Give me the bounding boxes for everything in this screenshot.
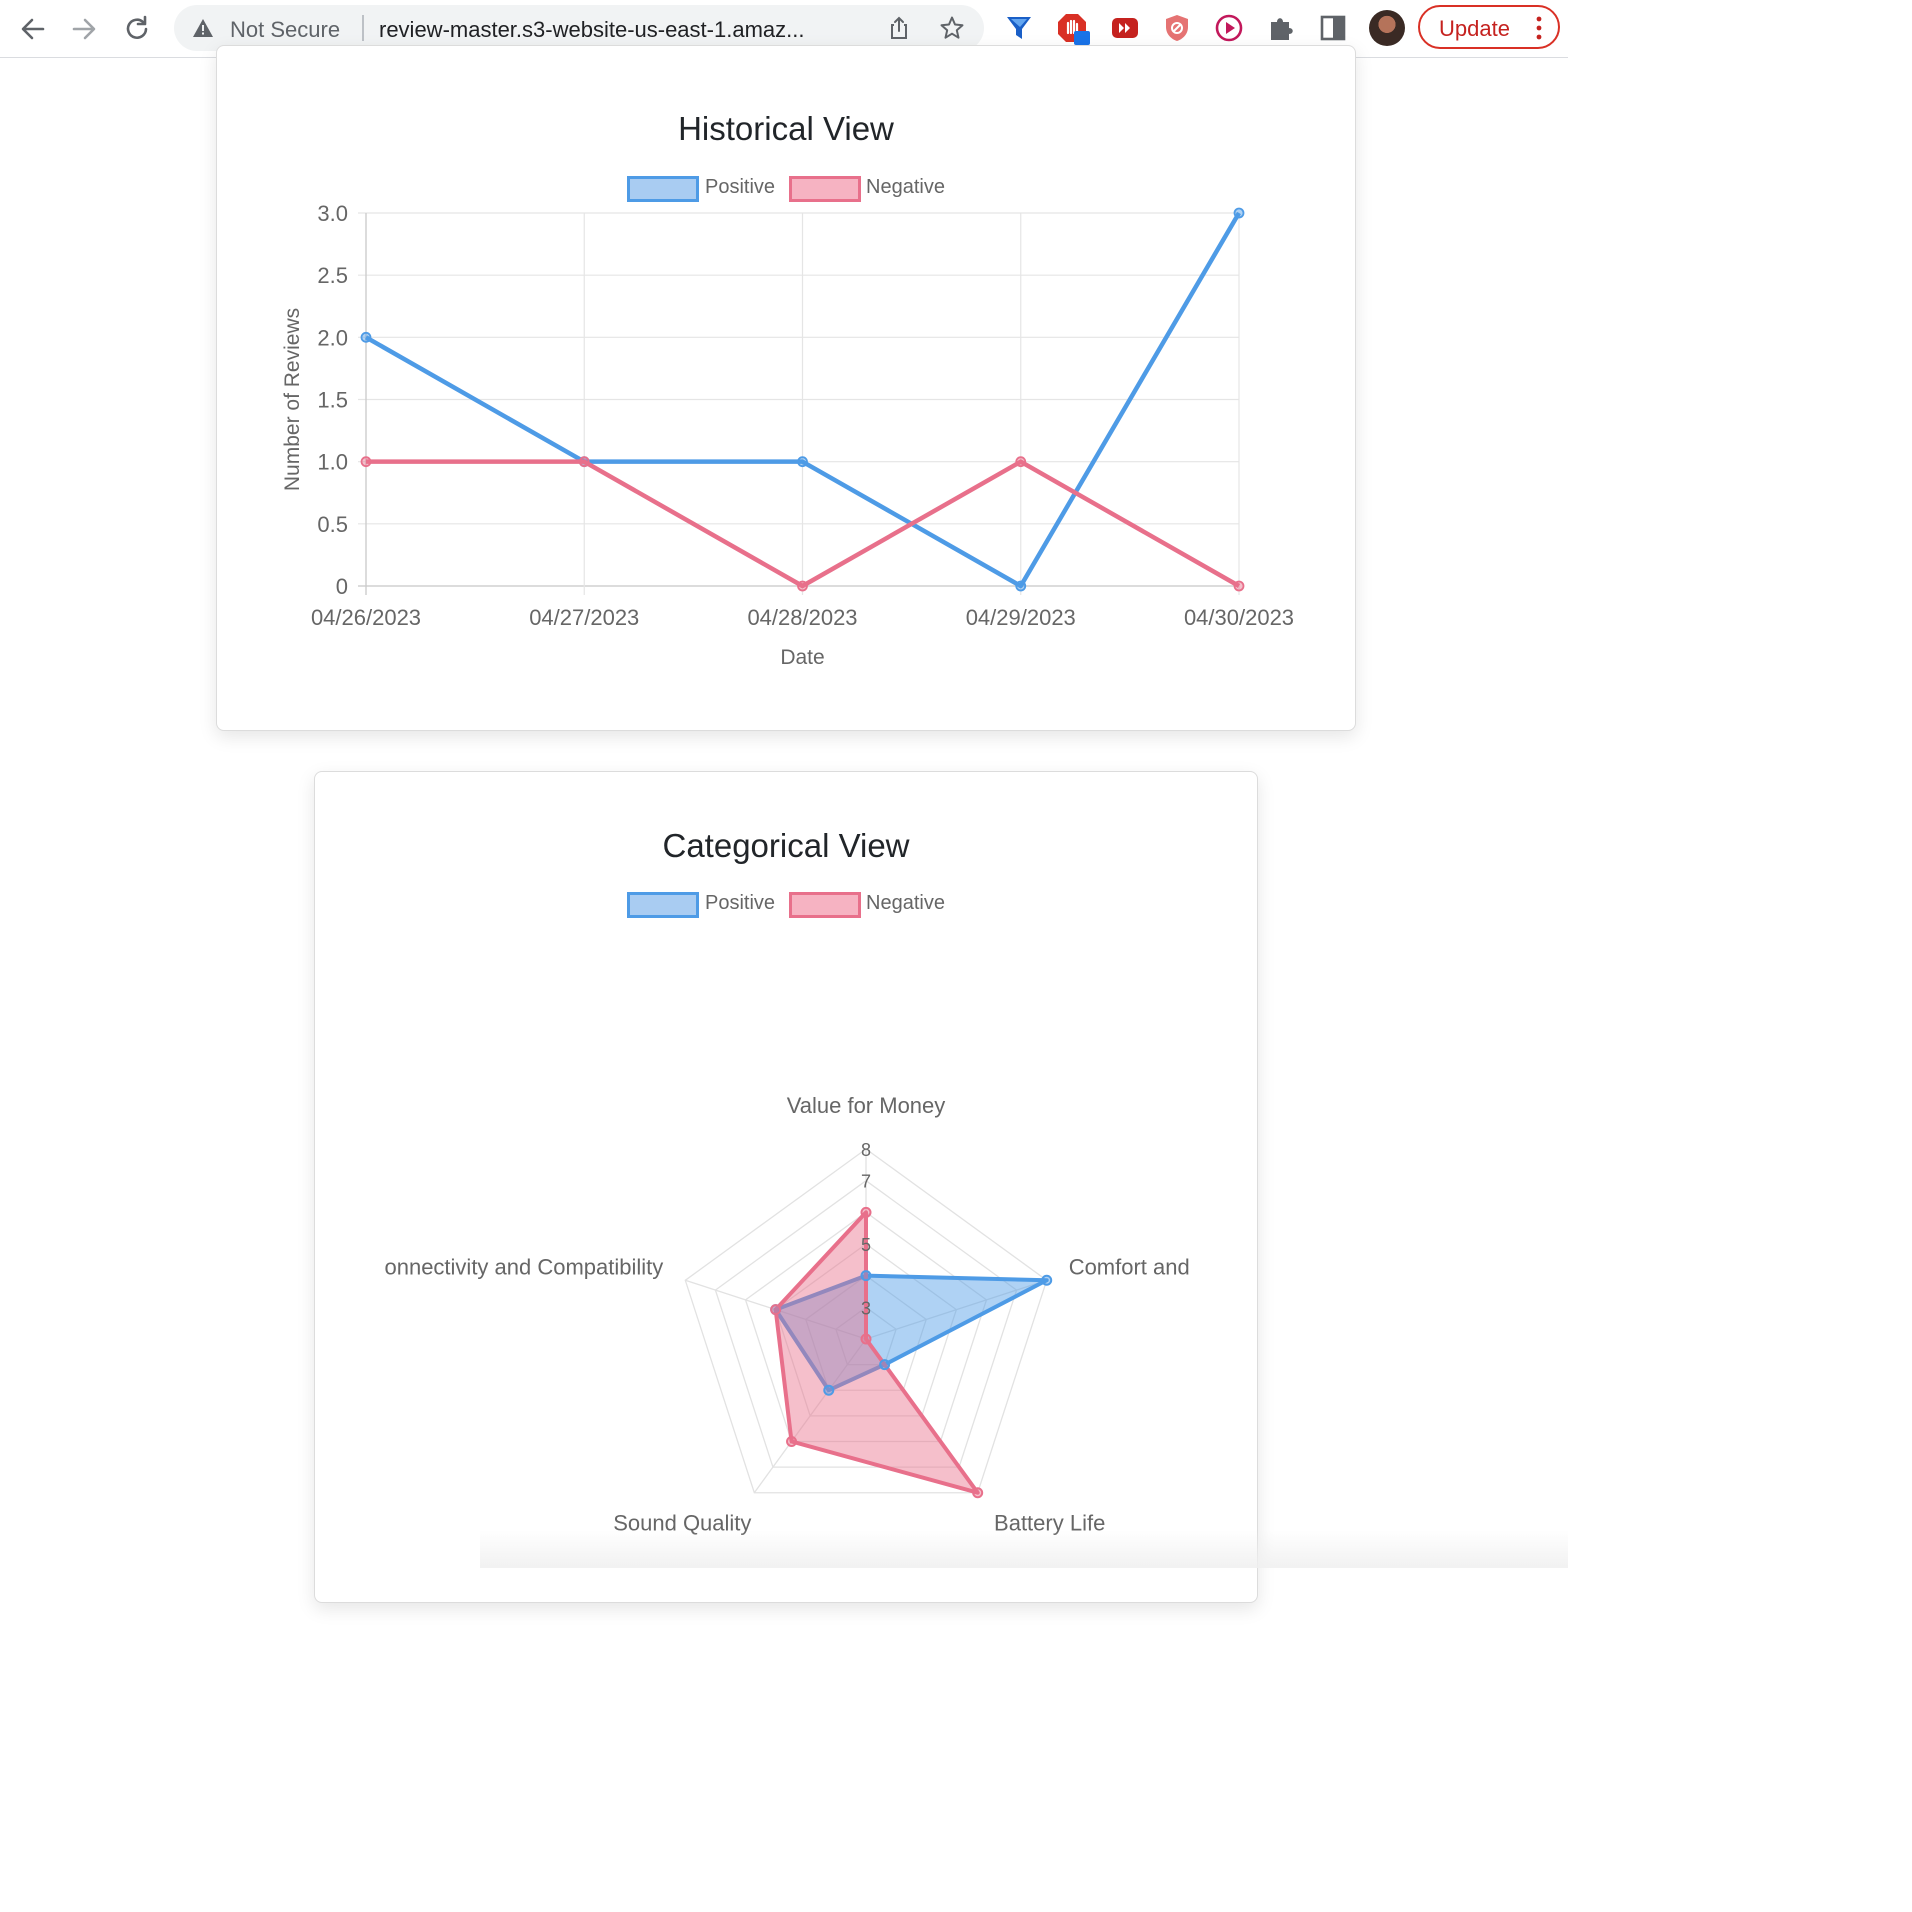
data-point-negative <box>797 580 808 592</box>
data-point-positive <box>1015 580 1027 592</box>
reload-icon <box>126 15 148 39</box>
security-status[interactable]: Not Secure <box>230 17 340 43</box>
video-extension-icon[interactable] <box>1108 11 1142 45</box>
x-tick-label: 04/29/2023 <box>966 605 1076 630</box>
radar-point-positive <box>860 1270 872 1282</box>
data-point-positive <box>360 331 372 343</box>
back-button[interactable] <box>14 10 52 48</box>
data-point-negative <box>578 456 590 468</box>
data-point-negative <box>1233 580 1245 592</box>
radar-point-negative <box>860 1333 872 1345</box>
y-axis-title: Number of Reviews <box>281 308 304 491</box>
y-tick-label: 1.0 <box>317 450 348 475</box>
side-panel-icon[interactable] <box>1316 11 1350 45</box>
x-tick-label: 04/26/2023 <box>311 605 421 630</box>
radar-axis-label: onnectivity and Compatibility <box>384 1254 663 1279</box>
arrow-left-icon <box>21 18 45 40</box>
adblock-extension-icon[interactable] <box>1056 11 1090 45</box>
radar-point-positive <box>823 1384 835 1396</box>
categorical-radar-chart: 8753Value for MoneyComfort andBattery Li… <box>384 1093 1190 1536</box>
menu-dots-icon[interactable] <box>1532 14 1546 42</box>
shield-extension-icon[interactable] <box>1160 11 1194 45</box>
y-tick-label: 2.0 <box>317 325 348 350</box>
share-icon[interactable] <box>886 15 912 41</box>
data-point-positive <box>797 456 808 468</box>
y-tick-label: 0 <box>336 574 348 599</box>
radar-point-negative <box>786 1435 798 1447</box>
reload-button[interactable] <box>118 10 156 48</box>
radar-point-positive <box>879 1359 891 1371</box>
radar-point-negative <box>860 1206 872 1218</box>
update-label: Update <box>1439 16 1510 41</box>
address-separator <box>362 15 364 41</box>
x-tick-label: 04/27/2023 <box>529 605 639 630</box>
puzzle-extensions-icon[interactable] <box>1264 11 1298 45</box>
y-tick-label: 2.5 <box>317 263 348 288</box>
categorical-card: Categorical View Positive Negative 8753V… <box>314 771 1258 1603</box>
radar-axis-label: Comfort and <box>1069 1254 1190 1279</box>
y-tick-label: 1.5 <box>317 388 348 413</box>
radar-tick-label: 7 <box>861 1172 871 1192</box>
data-point-negative <box>360 456 372 468</box>
url-text[interactable]: review-master.s3-website-us-east-1.amaz.… <box>379 17 804 43</box>
radar-tick-label: 3 <box>861 1298 871 1318</box>
radar-tick-label: 5 <box>861 1235 871 1255</box>
funnel-extension-icon[interactable] <box>1002 11 1036 45</box>
radar-area-negative <box>773 1210 980 1495</box>
y-tick-label: 0.5 <box>317 512 348 537</box>
x-axis-title: Date <box>780 646 824 669</box>
y-tick-label: 3.0 <box>317 201 348 226</box>
profile-avatar[interactable] <box>1369 10 1405 46</box>
radar-point-negative <box>972 1487 984 1499</box>
historical-line-chart: 0 0.5 1.0 1.5 2.0 2.5 3.0 04/26/2023 04/27/2023 0… <box>281 201 1294 669</box>
x-tick-label: 04/28/2023 <box>747 605 857 630</box>
update-button[interactable]: Update <box>1418 5 1560 49</box>
radar-axis-label: Value for Money <box>787 1093 946 1118</box>
x-tick-label: 04/30/2023 <box>1184 605 1294 630</box>
data-point-negative <box>1015 456 1027 468</box>
historical-card: Historical View Positive Negative 0 0.5 1.… <box>216 45 1356 731</box>
arrow-right-icon <box>72 18 96 40</box>
radar-tick-label: 8 <box>861 1140 871 1160</box>
forward-button[interactable] <box>65 10 103 48</box>
radar-point-negative <box>770 1304 782 1316</box>
warning-icon <box>193 19 213 37</box>
bottom-overlay <box>480 1530 1568 1568</box>
play-extension-icon[interactable] <box>1212 11 1246 45</box>
radar-point-positive <box>1041 1274 1053 1286</box>
data-point-positive <box>1233 207 1245 219</box>
bookmark-star-icon[interactable] <box>939 15 965 41</box>
